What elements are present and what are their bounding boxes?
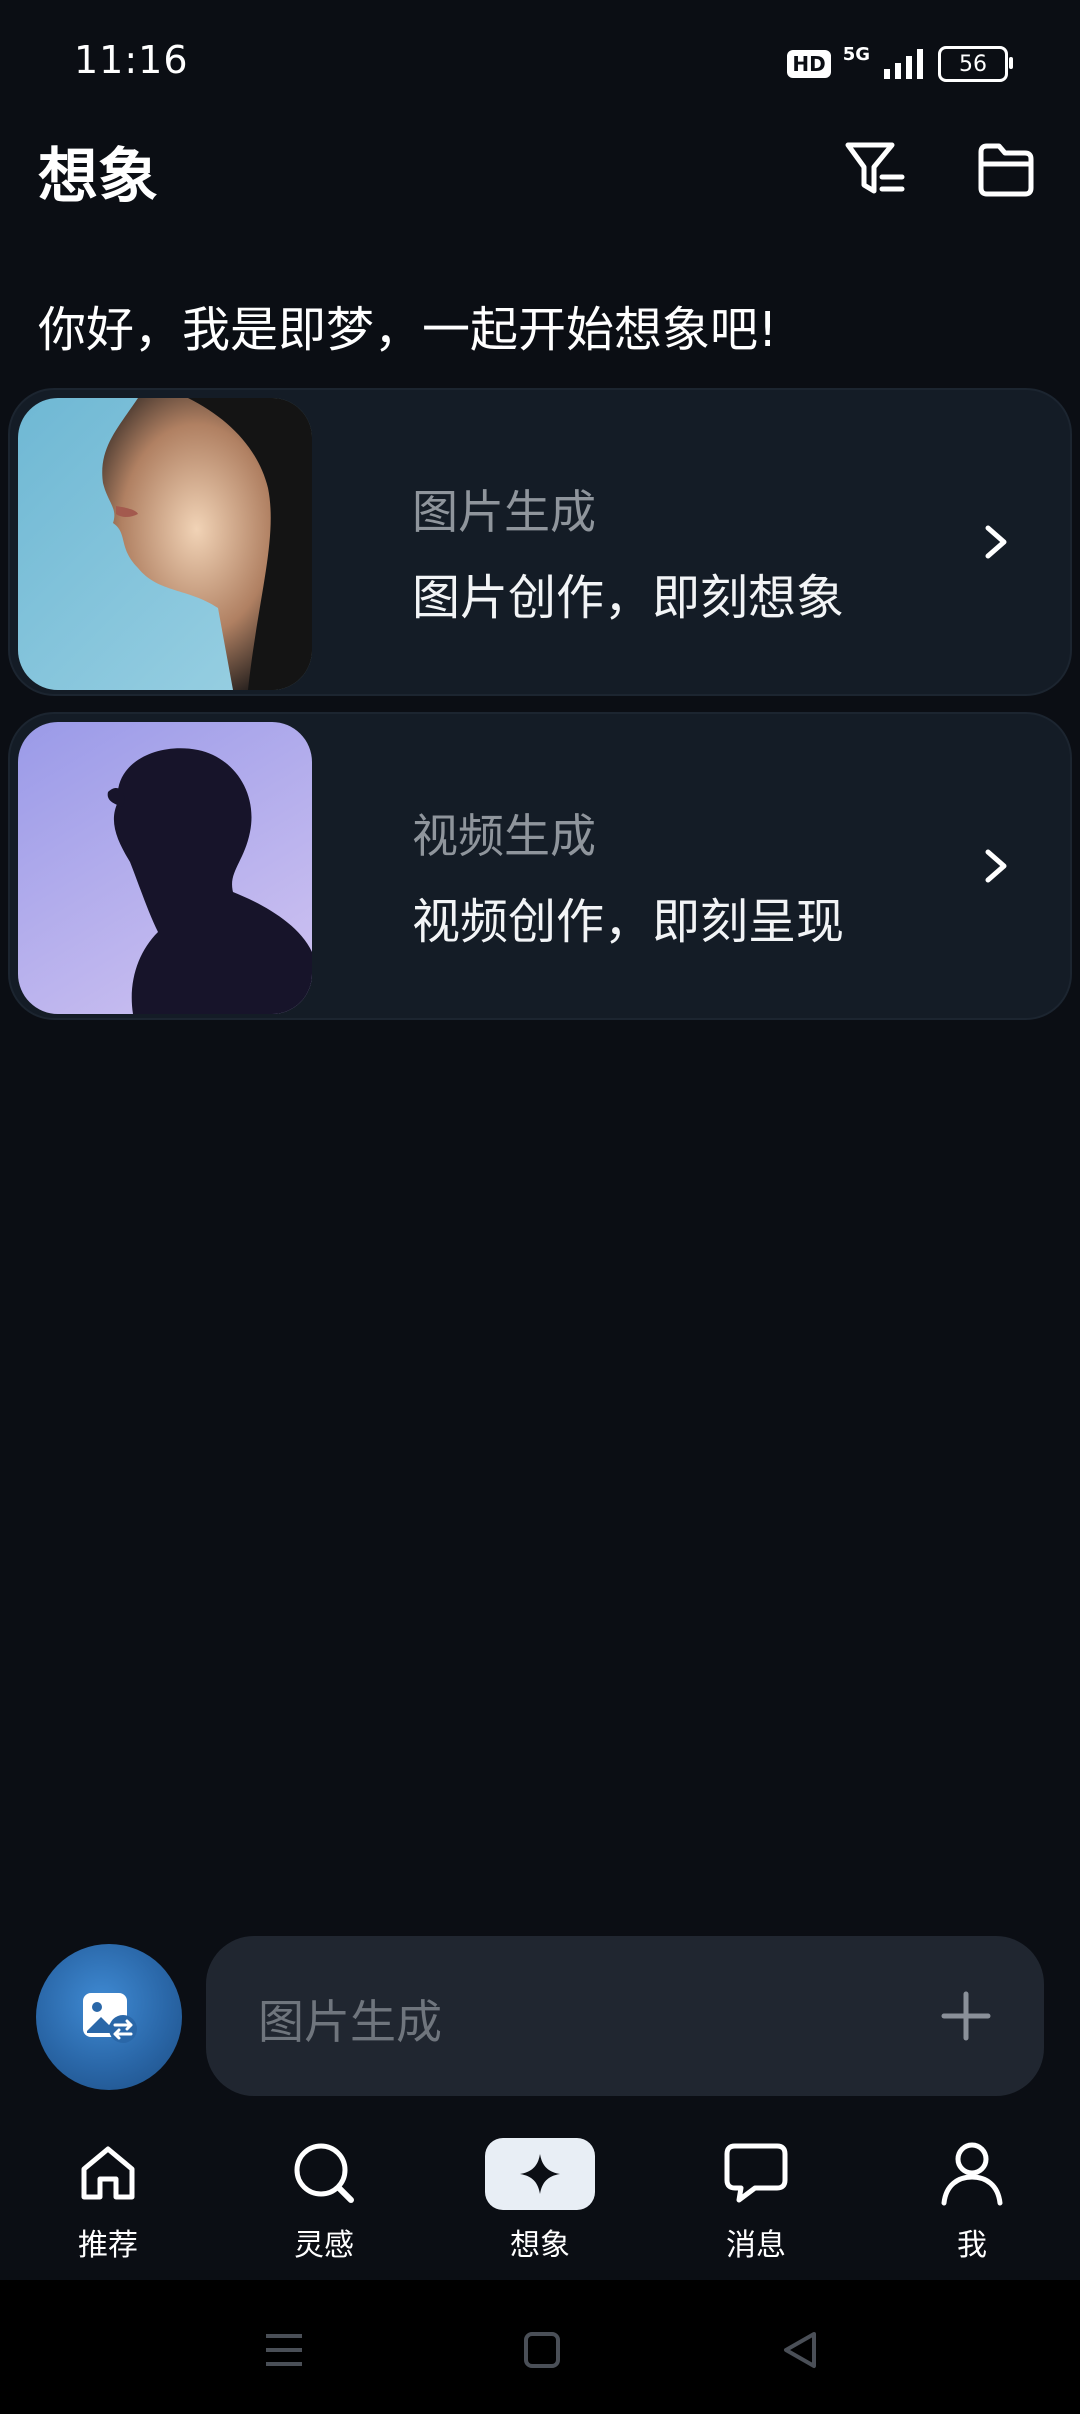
nav-label: 我 <box>957 2228 987 2263</box>
nav-label: 灵感 <box>294 2228 354 2263</box>
back-triangle-icon <box>784 2332 816 2368</box>
profile-icon <box>935 2136 1009 2210</box>
system-nav-bar <box>0 2280 1080 2414</box>
nav-item-inspiration[interactable]: 灵感 <box>244 2120 404 2280</box>
image-generation-card[interactable]: 图片生成 图片创作，即刻想象 <box>8 388 1072 696</box>
image-generation-thumbnail <box>18 398 312 690</box>
sparkle-icon <box>520 2154 560 2194</box>
home-icon <box>71 2136 145 2210</box>
folder-button[interactable] <box>966 130 1046 210</box>
menu-button[interactable] <box>254 2320 314 2380</box>
message-icon <box>719 2136 793 2210</box>
greeting-text: 你好，我是即梦，一起开始想象吧! <box>38 302 778 358</box>
nav-item-recommend[interactable]: 推荐 <box>28 2120 188 2280</box>
filter-button[interactable] <box>835 130 915 210</box>
video-generation-thumbnail <box>18 722 312 1014</box>
prompt-input[interactable]: 图片生成 <box>206 1936 1044 2096</box>
image-swap-icon <box>83 1993 137 2043</box>
filter-icon <box>845 142 905 194</box>
card-label: 图片生成 <box>412 485 596 539</box>
nav-label: 消息 <box>726 2228 786 2263</box>
nav-item-messages[interactable]: 消息 <box>676 2120 836 2280</box>
nav-label: 想象 <box>510 2228 570 2263</box>
nav-item-imagine[interactable]: 想象 <box>460 2120 620 2280</box>
battery-indicator: 56 <box>938 46 1013 82</box>
battery-level: 56 <box>959 51 987 77</box>
square-icon <box>524 2332 560 2368</box>
nav-label: 推荐 <box>78 2228 138 2263</box>
folder-icon <box>978 143 1034 197</box>
status-time: 11:16 <box>74 38 189 82</box>
search-icon <box>287 2136 361 2210</box>
video-generation-card[interactable]: 视频生成 视频创作，即刻呈现 <box>8 712 1072 1020</box>
network-type: 5G <box>842 43 870 65</box>
hd-badge: HD <box>787 50 831 78</box>
prompt-placeholder: 图片生成 <box>258 1995 442 2049</box>
menu-icon <box>266 2334 302 2366</box>
card-label: 视频生成 <box>412 809 596 863</box>
active-tab-pill <box>485 2138 595 2210</box>
signal-icon <box>884 49 923 79</box>
nav-item-me[interactable]: 我 <box>892 2120 1052 2280</box>
bottom-nav: 推荐 灵感 想象 消息 我 <box>0 2120 1080 2280</box>
card-description: 图片创作，即刻想象 <box>412 570 845 626</box>
chevron-right-icon <box>985 525 1007 559</box>
page-title: 想象 <box>38 142 158 212</box>
add-icon[interactable] <box>934 1984 998 2048</box>
chevron-right-icon <box>985 849 1007 883</box>
generation-mode-button[interactable] <box>36 1944 182 2090</box>
home-button[interactable] <box>512 2320 572 2380</box>
card-description: 视频创作，即刻呈现 <box>412 894 845 950</box>
status-bar: 11:16 HD 5G 56 <box>0 0 1080 130</box>
status-indicators: HD 5G 56 <box>787 43 1013 84</box>
back-button[interactable] <box>770 2320 830 2380</box>
